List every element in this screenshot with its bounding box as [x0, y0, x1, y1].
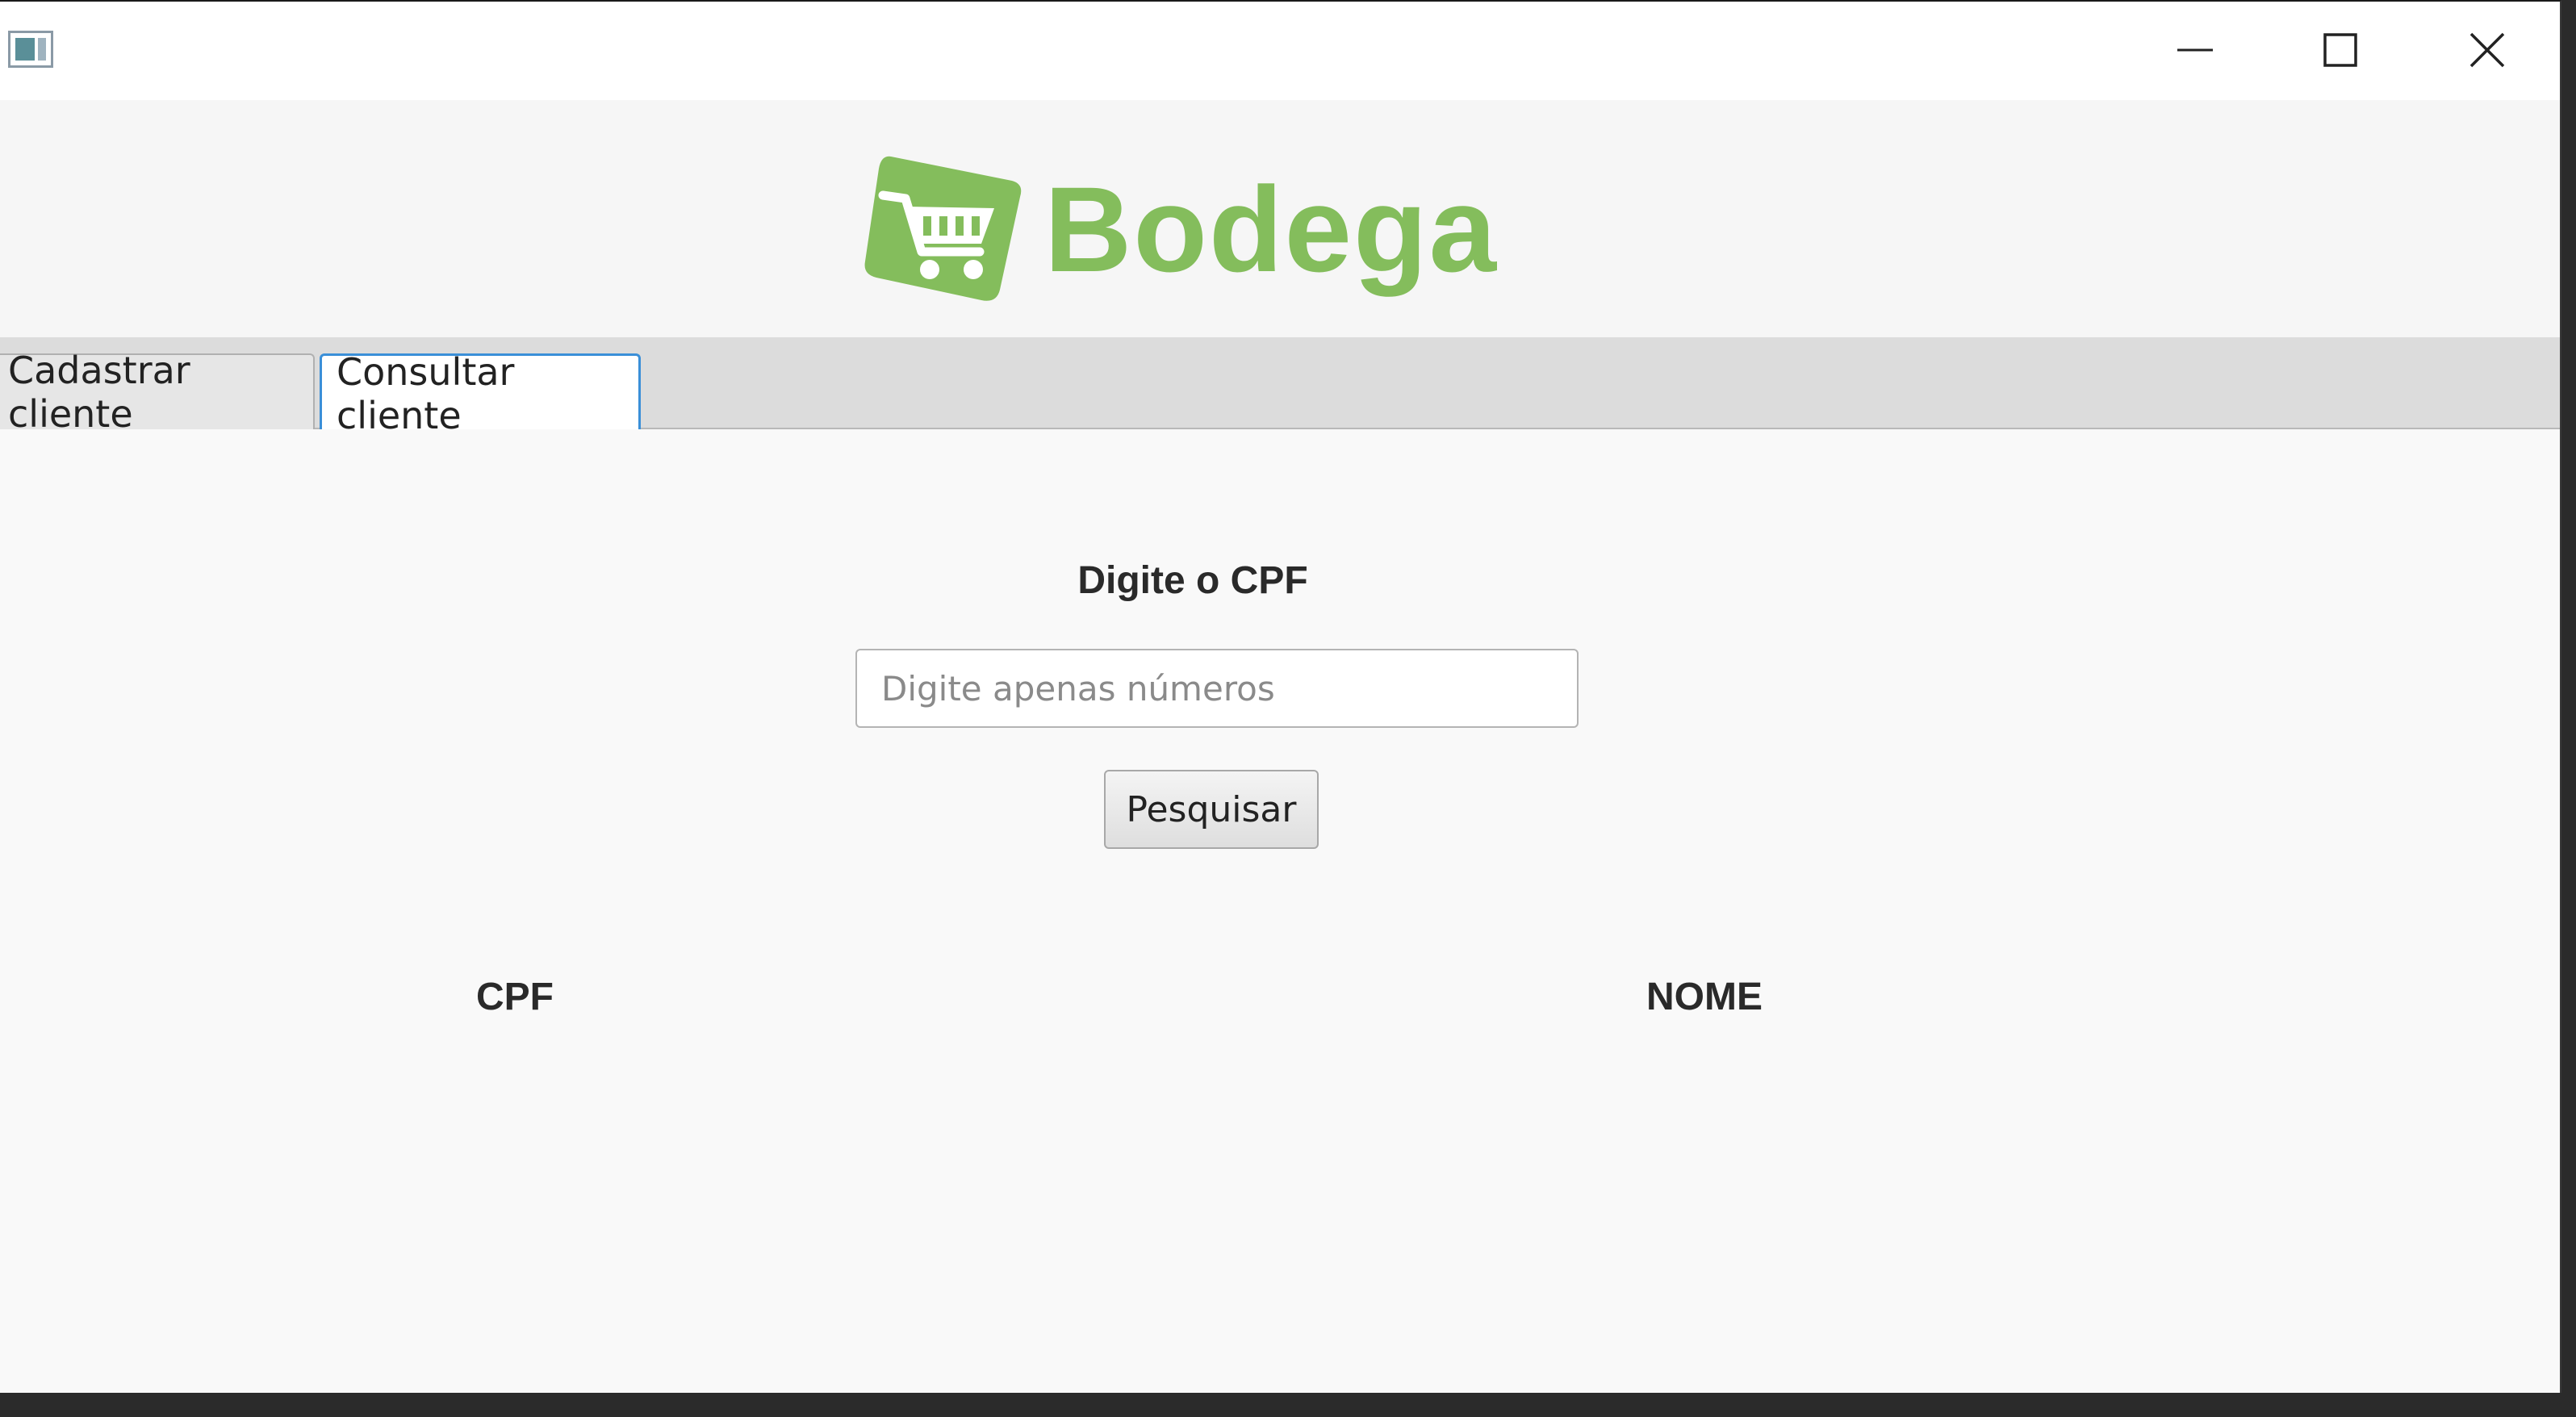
minimize-button[interactable] [2147, 18, 2244, 82]
maximize-button[interactable] [2292, 18, 2389, 82]
tab-label: Consultar cliente [337, 349, 515, 437]
maximize-icon [2323, 33, 2357, 67]
app-window: Bodega Cadastrar cliente Consultar clien… [0, 0, 2561, 1393]
cpf-input[interactable] [855, 649, 1579, 728]
minimize-icon [2177, 48, 2213, 52]
shopping-cart-icon [864, 156, 1022, 301]
consultar-cliente-panel: Digite o CPF Pesquisar CPF NOME [0, 429, 2560, 1393]
tab-cadastrar-cliente[interactable]: Cadastrar cliente [0, 349, 315, 436]
close-icon [2469, 32, 2505, 68]
column-header-nome: NOME [1646, 976, 1763, 1018]
tab-bar: Cadastrar cliente Consultar cliente [0, 337, 2560, 437]
search-button[interactable]: Pesquisar [1104, 770, 1319, 849]
app-icon [8, 31, 53, 68]
title-bar[interactable] [0, 2, 2560, 100]
column-header-cpf: CPF [476, 976, 554, 1018]
tab-label: Cadastrar cliente [8, 349, 190, 436]
bodega-logo: Bodega [859, 148, 1498, 310]
search-title: Digite o CPF [1077, 559, 1308, 602]
logo-text: Bodega [1044, 161, 1499, 297]
close-button[interactable] [2439, 18, 2536, 82]
tab-consultar-cliente[interactable]: Consultar cliente [320, 350, 641, 437]
